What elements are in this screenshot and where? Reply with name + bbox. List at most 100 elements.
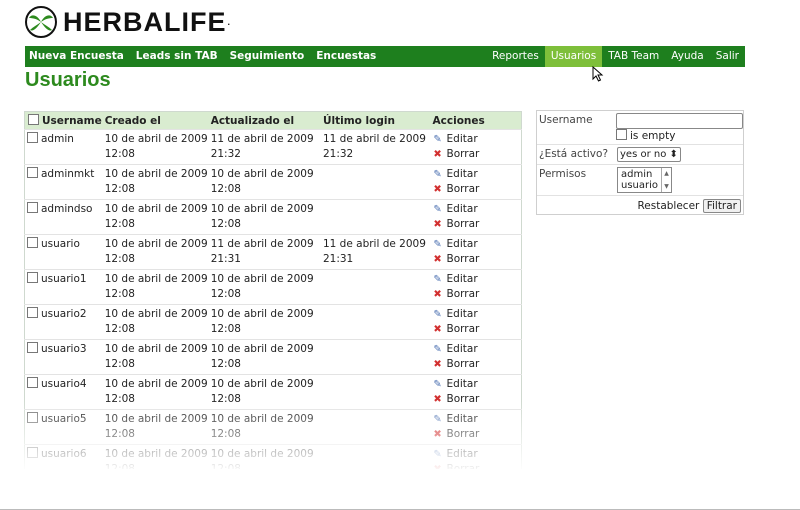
edit-link[interactable]: Editar bbox=[447, 342, 478, 357]
filter-row-permissions: Permisos admin usuario ▲ ▼ bbox=[537, 165, 743, 196]
nav-salir[interactable]: Salir bbox=[710, 46, 745, 67]
delete-action[interactable]: ✖ Borrar bbox=[433, 287, 521, 302]
select-all-checkbox[interactable] bbox=[28, 114, 39, 125]
edit-action[interactable]: ✎ Editar bbox=[433, 412, 521, 427]
reset-link[interactable]: Restablecer bbox=[637, 200, 699, 212]
delete-link[interactable]: Borrar bbox=[447, 287, 480, 302]
column-header-updated[interactable]: Actualizado el bbox=[207, 111, 320, 130]
delete-link[interactable]: Borrar bbox=[447, 392, 480, 407]
edit-action[interactable]: ✎ Editar bbox=[433, 167, 521, 182]
perm-option-usuario[interactable]: usuario bbox=[621, 180, 658, 191]
column-header-created[interactable]: Creado el bbox=[101, 111, 208, 130]
row-checkbox[interactable] bbox=[27, 377, 38, 388]
filter-button[interactable]: Filtrar bbox=[702, 199, 741, 213]
delete-action[interactable]: ✖ Borrar bbox=[433, 427, 521, 442]
edit-action[interactable]: ✎ Editar bbox=[433, 307, 521, 322]
actions-cell: ✎ Editar ✖ Borrar bbox=[429, 409, 522, 445]
permissions-listbox[interactable]: admin usuario ▲ ▼ bbox=[617, 167, 673, 193]
edit-action[interactable]: ✎ Editar bbox=[433, 342, 521, 357]
nav-leads-sin-tab[interactable]: Leads sin TAB bbox=[130, 46, 224, 67]
edit-link[interactable]: Editar bbox=[447, 272, 478, 287]
nav-tab-team[interactable]: TAB Team bbox=[602, 46, 665, 67]
edit-link[interactable]: Editar bbox=[447, 447, 478, 462]
last-login-cell: 11 de abril de 2009 21:31 bbox=[319, 234, 430, 270]
actions-cell: ✎ Editar ✖ Borrar bbox=[429, 199, 522, 235]
last-login-cell bbox=[319, 409, 430, 445]
edit-action[interactable]: ✎ Editar bbox=[433, 272, 521, 287]
nav-seguimiento[interactable]: Seguimiento bbox=[224, 46, 311, 67]
nav-ayuda[interactable]: Ayuda bbox=[665, 46, 709, 67]
herbalife-logo[interactable]: HERBALIFE. bbox=[25, 5, 231, 39]
actions-cell: ✎ Editar ✖ Borrar bbox=[429, 234, 522, 270]
row-checkbox[interactable] bbox=[27, 167, 38, 178]
edit-action[interactable]: ✎ Editar bbox=[433, 377, 521, 392]
username-text: usuario5 bbox=[41, 413, 87, 425]
username-cell: adminmkt bbox=[24, 164, 102, 200]
delete-link[interactable]: Borrar bbox=[447, 147, 480, 162]
edit-link[interactable]: Editar bbox=[447, 307, 478, 322]
username-filter-input[interactable] bbox=[616, 113, 743, 129]
row-checkbox[interactable] bbox=[27, 202, 38, 213]
delete-link[interactable]: Borrar bbox=[447, 182, 480, 197]
active-select[interactable]: yes or no ⬍ bbox=[617, 147, 681, 162]
delete-link[interactable]: Borrar bbox=[447, 322, 480, 337]
scroll-down-icon[interactable]: ▼ bbox=[664, 181, 669, 192]
filter-perms-label: Permisos bbox=[539, 168, 587, 180]
delete-action[interactable]: ✖ Borrar bbox=[433, 322, 521, 337]
brand-mark: . bbox=[227, 17, 232, 27]
created-cell: 10 de abril de 2009 12:08 bbox=[101, 129, 208, 165]
row-checkbox[interactable] bbox=[27, 132, 38, 143]
delete-link[interactable]: Borrar bbox=[447, 462, 480, 469]
row-checkbox[interactable] bbox=[27, 307, 38, 318]
actions-cell: ✎ Editar ✖ Borrar bbox=[429, 339, 522, 375]
updated-date: 11 de abril de 2009 bbox=[210, 133, 314, 145]
edit-link[interactable]: Editar bbox=[447, 412, 478, 427]
updated-time: 12:08 bbox=[210, 218, 241, 230]
row-checkbox[interactable] bbox=[27, 342, 38, 353]
delete-action[interactable]: ✖ Borrar bbox=[433, 357, 521, 372]
edit-link[interactable]: Editar bbox=[447, 377, 478, 392]
delete-action[interactable]: ✖ Borrar bbox=[433, 147, 521, 162]
pencil-icon: ✎ bbox=[433, 378, 442, 390]
delete-link[interactable]: Borrar bbox=[447, 357, 480, 372]
scroll-up-icon[interactable]: ▲ bbox=[664, 168, 669, 179]
edit-action[interactable]: ✎ Editar bbox=[433, 237, 521, 252]
delete-action[interactable]: ✖ Borrar bbox=[433, 217, 521, 232]
nav-usuarios[interactable]: Usuarios bbox=[544, 46, 603, 67]
delete-action[interactable]: ✖ Borrar bbox=[433, 392, 521, 407]
nav-encuestas[interactable]: Encuestas bbox=[310, 46, 382, 67]
row-checkbox[interactable] bbox=[27, 447, 38, 458]
listbox-scrollbar[interactable]: ▲ ▼ bbox=[661, 168, 671, 192]
delete-action[interactable]: ✖ Borrar bbox=[433, 252, 521, 267]
created-date: 10 de abril de 2009 bbox=[104, 378, 208, 390]
is-empty-checkbox[interactable] bbox=[616, 129, 627, 140]
edit-link[interactable]: Editar bbox=[447, 132, 478, 147]
delete-link[interactable]: Borrar bbox=[447, 252, 480, 267]
delete-link[interactable]: Borrar bbox=[447, 217, 480, 232]
edit-action[interactable]: ✎ Editar bbox=[433, 202, 521, 217]
delete-action[interactable]: ✖ Borrar bbox=[433, 462, 521, 469]
edit-link[interactable]: Editar bbox=[447, 202, 478, 217]
delete-action[interactable]: ✖ Borrar bbox=[433, 182, 521, 197]
row-checkbox[interactable] bbox=[27, 412, 38, 423]
edit-action[interactable]: ✎ Editar bbox=[433, 447, 521, 462]
created-cell: 10 de abril de 2009 12:08 bbox=[101, 304, 208, 340]
nav-nueva-encuesta[interactable]: Nueva Encuesta bbox=[25, 46, 130, 67]
column-header-username[interactable]: Username bbox=[24, 111, 102, 130]
updated-date: 11 de abril de 2009 bbox=[210, 238, 314, 250]
row-checkbox[interactable] bbox=[27, 272, 38, 283]
updated-time: 12:08 bbox=[210, 323, 241, 335]
row-checkbox[interactable] bbox=[27, 237, 38, 248]
pencil-icon: ✎ bbox=[433, 133, 442, 145]
nav-reportes[interactable]: Reportes bbox=[486, 46, 545, 67]
edit-action[interactable]: ✎ Editar bbox=[433, 132, 521, 147]
delete-link[interactable]: Borrar bbox=[447, 427, 480, 442]
column-header-last-login[interactable]: Último login bbox=[319, 111, 430, 130]
perm-option-admin[interactable]: admin bbox=[621, 169, 652, 180]
users-table: Username Creado el Actualizado el Último… bbox=[24, 111, 522, 469]
filter-row-username: Username is empty bbox=[537, 111, 743, 145]
updated-time: 12:08 bbox=[210, 183, 241, 195]
edit-link[interactable]: Editar bbox=[447, 167, 478, 182]
edit-link[interactable]: Editar bbox=[447, 237, 478, 252]
table-row: usuario6 10 de abril de 2009 12:08 10 de ab… bbox=[24, 444, 522, 469]
